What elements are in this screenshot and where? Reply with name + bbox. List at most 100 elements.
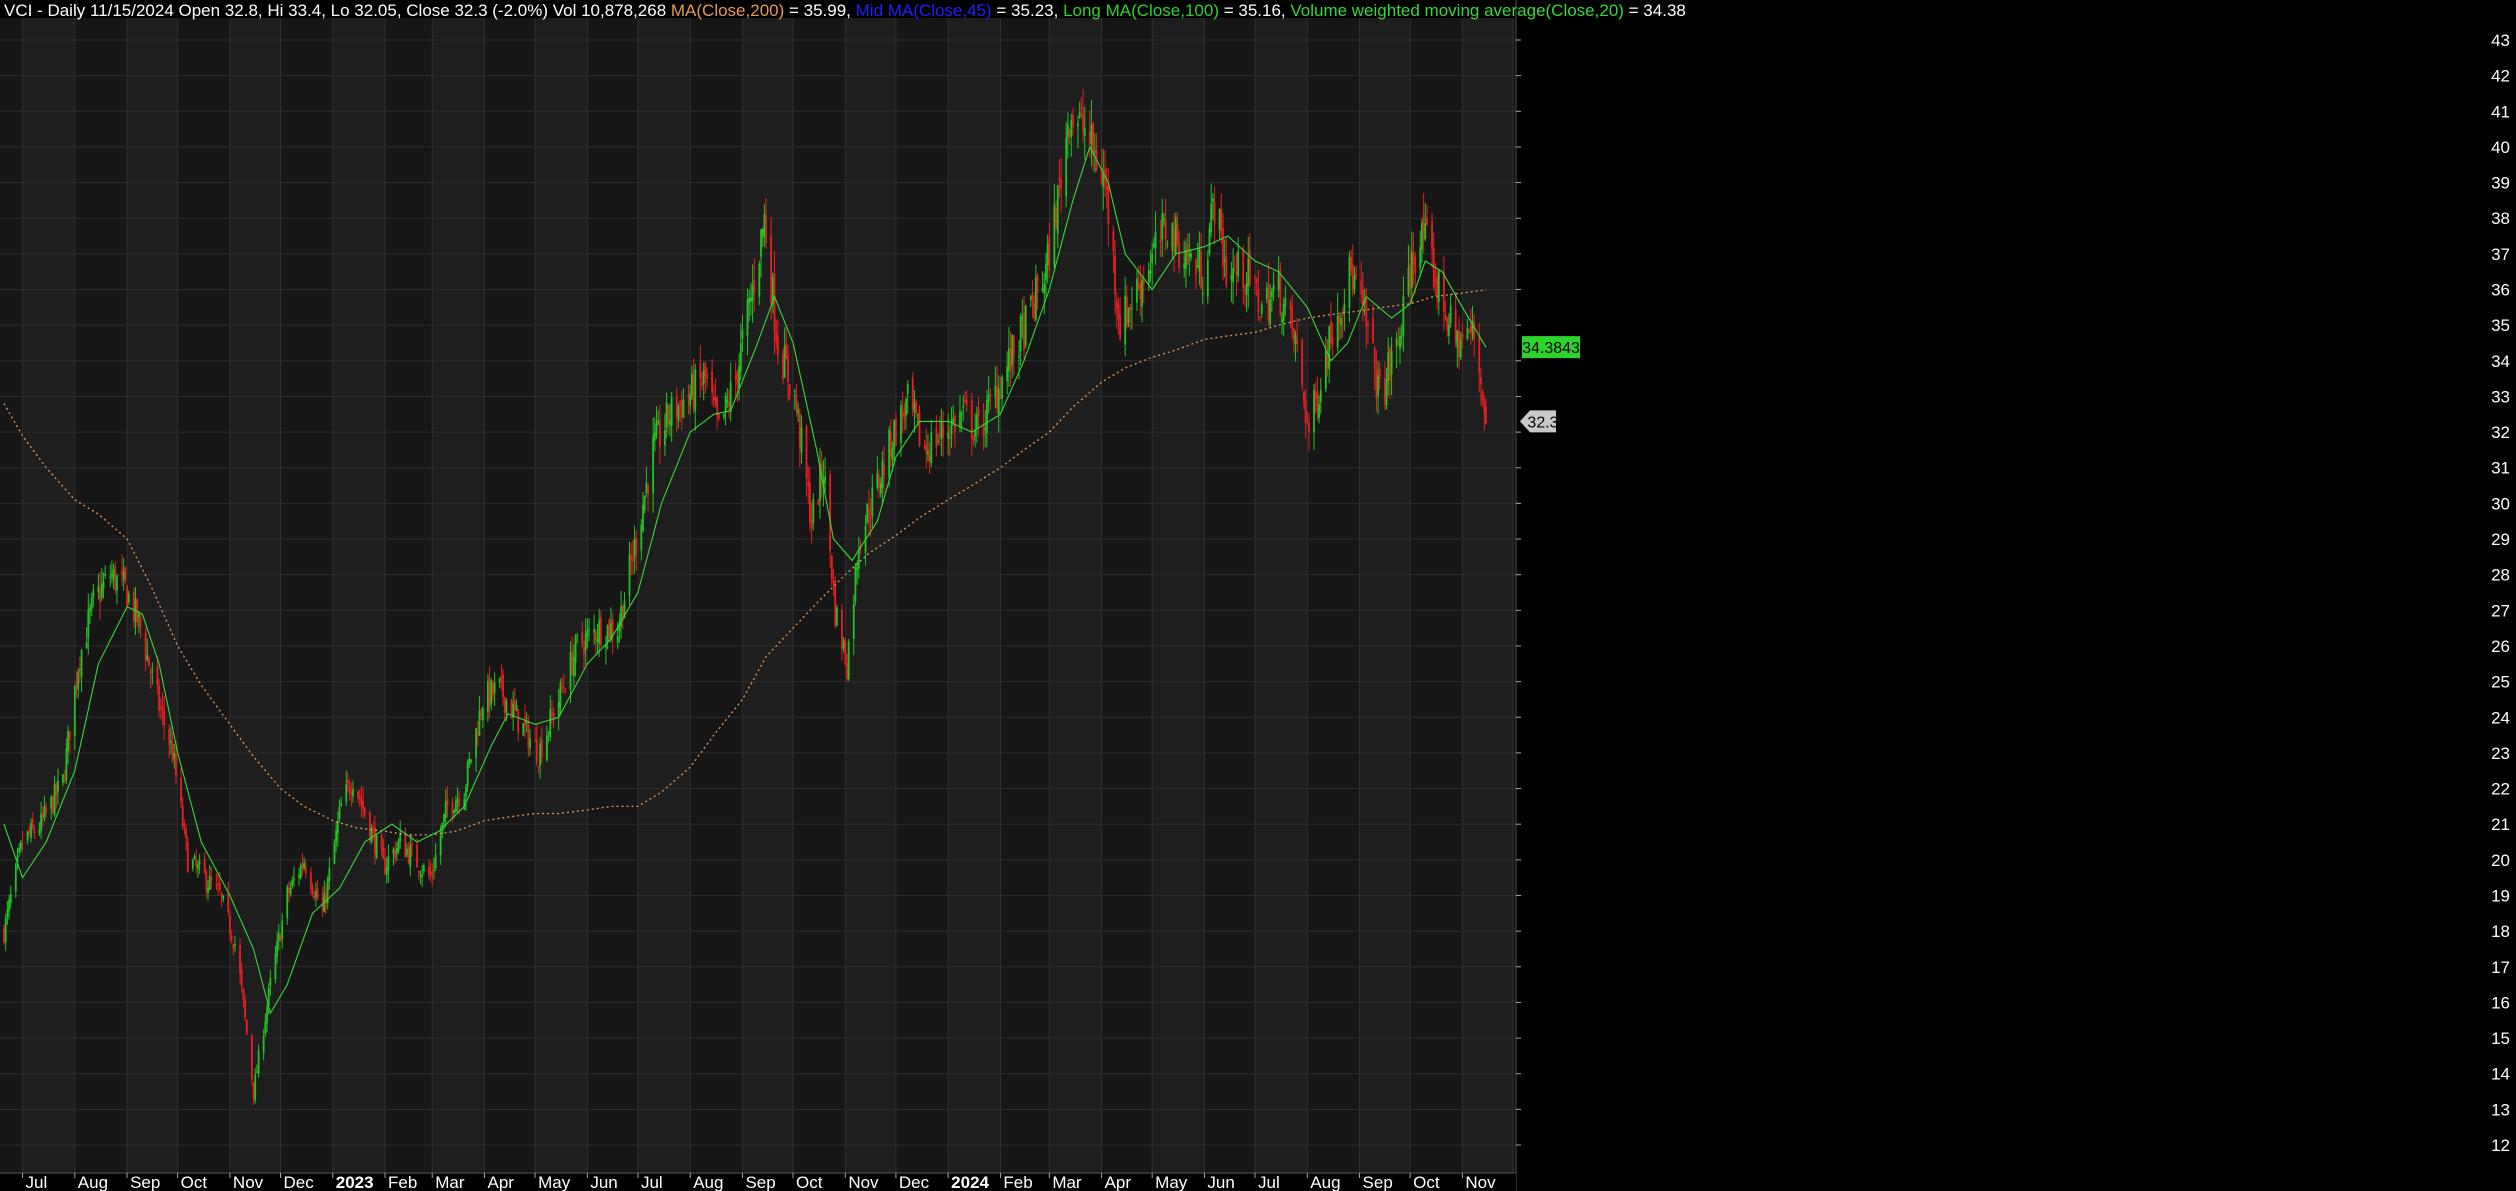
candle-body bbox=[1233, 265, 1236, 267]
time-axis[interactable]: Jul Aug Sep Oct Nov Dec 2023 Feb Mar Apr May Jun Jul… bbox=[0, 1172, 1516, 1191]
candle-body bbox=[1422, 214, 1425, 240]
candle-body bbox=[788, 384, 791, 396]
candle-body bbox=[1046, 243, 1049, 266]
month-band bbox=[0, 18, 23, 1173]
legend-long-ma-label[interactable]: Long MA(Close,100) bbox=[1063, 1, 1219, 20]
candle-body bbox=[1174, 217, 1177, 254]
price-chart[interactable]: 12 13 14 15 16 17 18 19 20 21 22 23 24 25 26 27 28 29 30 31… bbox=[0, 0, 2516, 1191]
price-tick-label: 33 bbox=[2491, 387, 2510, 406]
candle-body bbox=[185, 829, 187, 839]
candle-body bbox=[372, 829, 375, 831]
candle-body bbox=[409, 845, 412, 867]
candle-body bbox=[1114, 255, 1116, 294]
candle-body bbox=[1200, 252, 1202, 288]
candle-body bbox=[104, 573, 107, 576]
candle-body bbox=[1348, 257, 1351, 309]
candle-body bbox=[333, 843, 336, 864]
candle-body bbox=[338, 806, 341, 820]
legend-mid-ma-label[interactable]: Mid MA(Close,45) bbox=[856, 1, 992, 20]
time-tick-label: Nov bbox=[233, 1173, 264, 1191]
legend-ma200-label[interactable]: MA(Close,200) bbox=[671, 1, 784, 20]
candle-body bbox=[1007, 348, 1010, 372]
candle-body bbox=[682, 399, 685, 418]
candle-body bbox=[1395, 338, 1398, 347]
month-band bbox=[535, 18, 588, 1173]
price-tick-label: 13 bbox=[2491, 1100, 2510, 1119]
candle-body bbox=[183, 824, 186, 826]
candle-body bbox=[854, 566, 857, 602]
candle-body bbox=[144, 632, 147, 661]
candle-body bbox=[9, 894, 12, 904]
candle-body bbox=[4, 917, 7, 943]
candle-body bbox=[1481, 391, 1484, 401]
candle-body bbox=[1190, 253, 1192, 259]
candle-body bbox=[1080, 107, 1083, 109]
candle-body bbox=[6, 909, 9, 918]
candle-body bbox=[171, 743, 174, 762]
candle-body bbox=[633, 538, 636, 558]
candle-body bbox=[478, 710, 481, 736]
candle-body bbox=[1151, 253, 1154, 264]
candle-body bbox=[630, 554, 633, 561]
candle-body bbox=[965, 399, 968, 406]
candle-body bbox=[1301, 340, 1304, 386]
candle-body bbox=[500, 676, 503, 678]
candle-body bbox=[687, 394, 690, 400]
time-tick-label: Mar bbox=[1052, 1173, 1082, 1191]
candle-body bbox=[576, 634, 579, 636]
month-band bbox=[742, 18, 794, 1173]
candle-body bbox=[545, 735, 548, 761]
candle-body bbox=[298, 875, 300, 878]
candle-body bbox=[114, 566, 117, 590]
candle-body bbox=[1019, 315, 1022, 352]
candle-body bbox=[844, 639, 847, 665]
candle-body bbox=[392, 849, 395, 855]
candle-body bbox=[1254, 277, 1256, 279]
price-axis[interactable]: 12 13 14 15 16 17 18 19 20 21 22 23 24 25 26 27 28 29 30 31… bbox=[1515, 0, 2516, 1191]
candle-body bbox=[252, 1082, 255, 1098]
candle-body bbox=[100, 584, 103, 598]
candle-body bbox=[1483, 401, 1486, 413]
candle-body bbox=[628, 555, 631, 596]
candle-body bbox=[657, 420, 660, 425]
candle-body bbox=[281, 920, 284, 939]
candle-body bbox=[1078, 112, 1081, 118]
vwma-price-tag-label: 34.3843 bbox=[1522, 340, 1580, 357]
candle-body bbox=[444, 802, 447, 819]
candle-body bbox=[465, 786, 467, 797]
month-band bbox=[637, 18, 691, 1173]
candle-body bbox=[112, 569, 115, 580]
candle-body bbox=[1105, 184, 1108, 190]
candle-body bbox=[111, 574, 113, 577]
candle-body bbox=[215, 884, 218, 886]
candle-body bbox=[574, 636, 577, 663]
candle-body bbox=[502, 674, 504, 698]
price-tick-label: 20 bbox=[2491, 851, 2510, 870]
candle-body bbox=[972, 437, 975, 441]
candle-body bbox=[163, 710, 166, 726]
month-band bbox=[22, 18, 75, 1173]
candle-body bbox=[358, 796, 361, 800]
candle-body bbox=[1023, 313, 1025, 350]
candle-body bbox=[1269, 299, 1272, 325]
candle-body bbox=[1137, 283, 1140, 289]
candle-body bbox=[1222, 227, 1224, 267]
candle-body bbox=[1152, 244, 1155, 248]
candle-body bbox=[1055, 207, 1057, 230]
legend-vwma-label[interactable]: Volume weighted moving average(Close,20) bbox=[1290, 1, 1624, 20]
candle-body bbox=[1056, 185, 1059, 234]
candle-body bbox=[186, 841, 189, 873]
candle-body bbox=[1313, 389, 1315, 433]
candle-body bbox=[1198, 249, 1201, 272]
price-tick-label: 32 bbox=[2491, 423, 2510, 442]
candle-body bbox=[304, 866, 307, 874]
candle-body bbox=[195, 860, 198, 866]
candle-body bbox=[1183, 263, 1186, 269]
candle-body bbox=[1336, 315, 1339, 348]
candle-body bbox=[1255, 278, 1258, 284]
candle-body bbox=[879, 482, 882, 494]
candle-body bbox=[404, 833, 407, 858]
candle-body bbox=[1424, 222, 1427, 239]
candle-body bbox=[1360, 280, 1363, 294]
candle-body bbox=[146, 654, 149, 661]
